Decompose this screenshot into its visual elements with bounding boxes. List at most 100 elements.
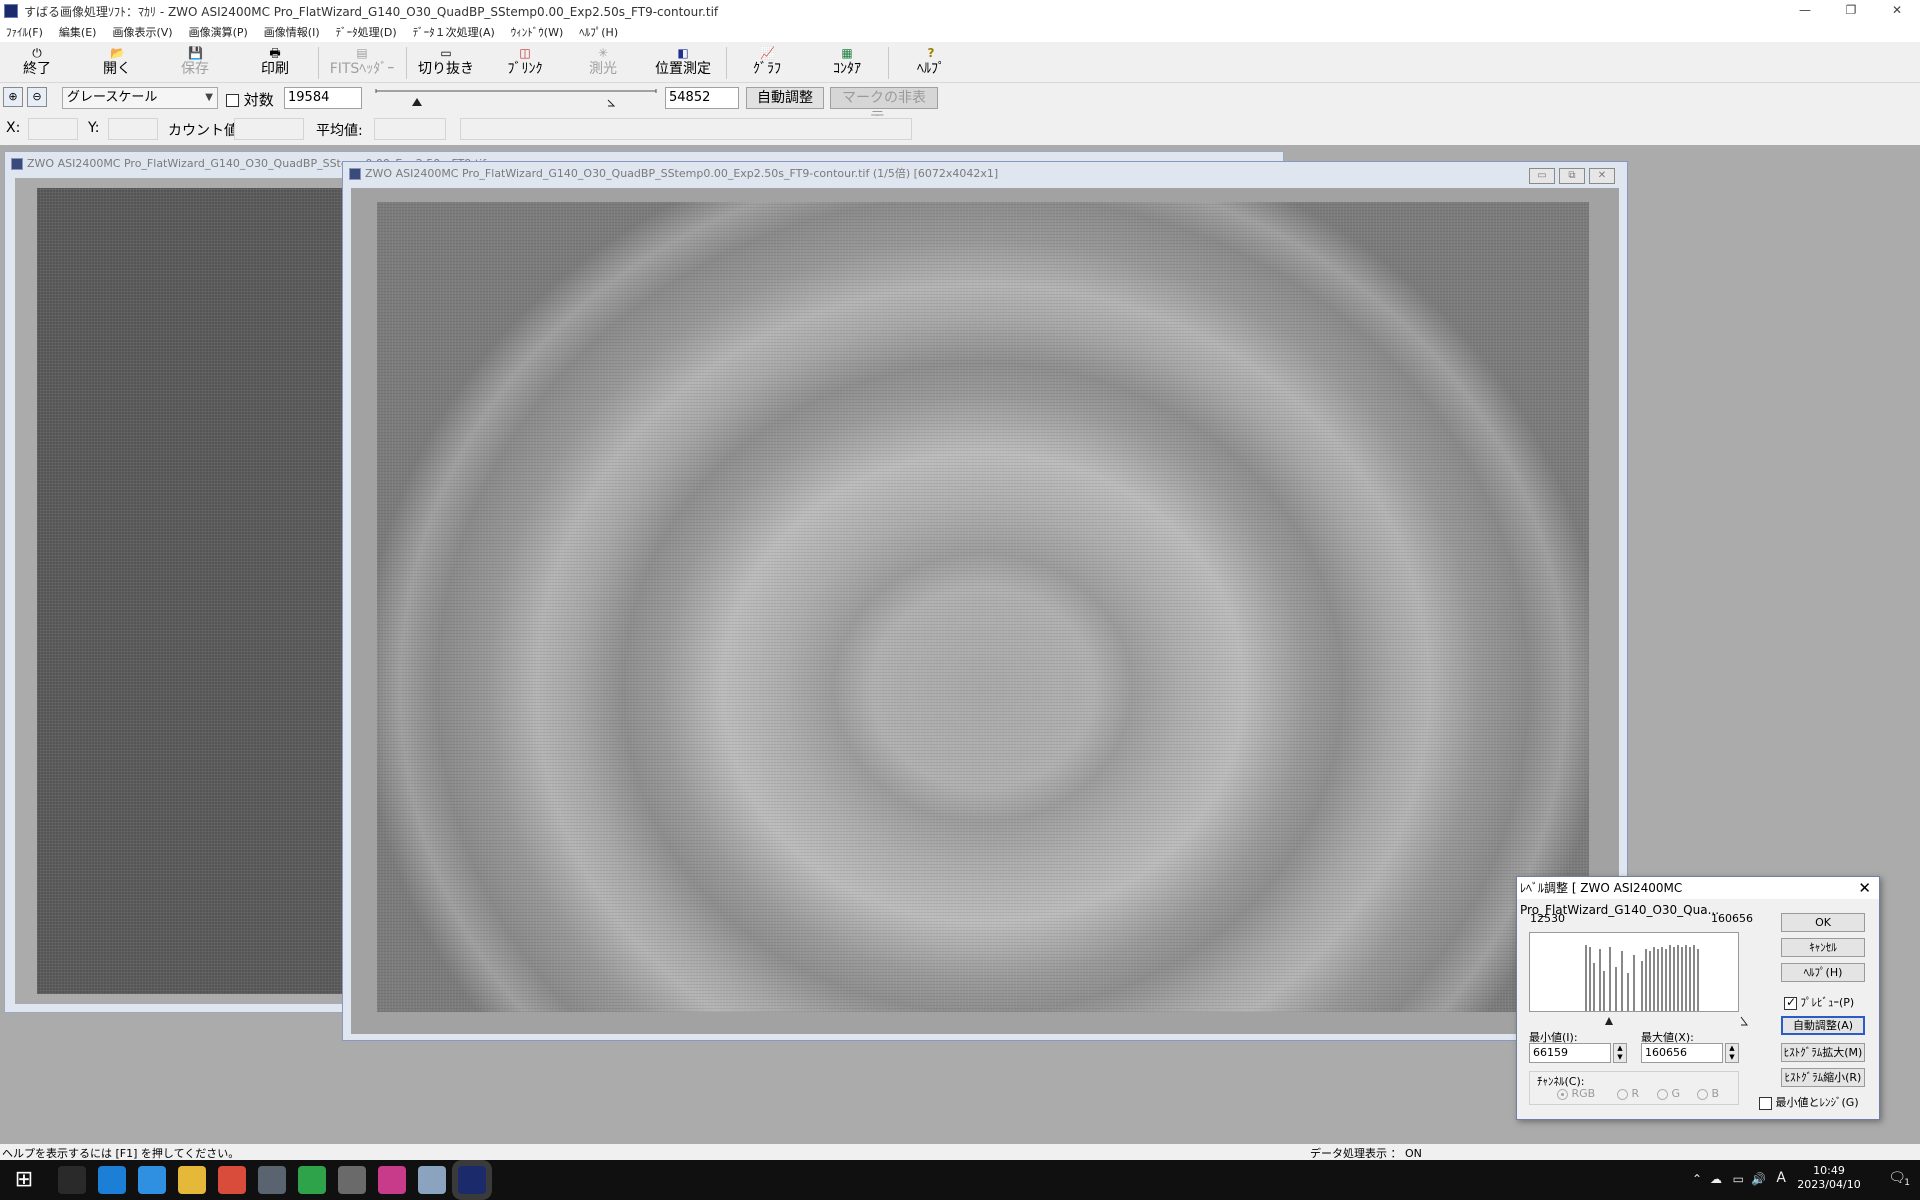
status-help-text: ヘルプを表示するには [F1] を押してください。 xyxy=(2,1147,240,1160)
count-label: カウント値: xyxy=(168,123,243,139)
min-value-stepper[interactable]: ▲ ▼ xyxy=(1613,1043,1627,1063)
app-notes-icon[interactable] xyxy=(378,1166,406,1194)
mdi-minimize-button[interactable]: ▭ xyxy=(1529,168,1555,184)
channel-b[interactable]: B xyxy=(1697,1087,1719,1100)
level-adjust-dialog[interactable]: ﾚﾍﾞﾙ調整 [ ZWO ASI2400MC Pro_FlatWizard_G1… xyxy=(1516,876,1880,1120)
menu-image-info[interactable]: 画像情報(I) xyxy=(264,24,320,40)
mdi-close-button[interactable]: ✕ xyxy=(1589,168,1615,184)
histogram-range-max: 160656 xyxy=(1711,912,1753,925)
image-window-icon xyxy=(349,168,361,180)
image-window-titlebar[interactable]: ZWO ASI2400MC Pro_FlatWizard_G140_O30_Qu… xyxy=(343,162,1627,186)
menu-edit[interactable]: 編集(E) xyxy=(59,24,97,40)
slider-max-handle[interactable] xyxy=(607,99,616,107)
menu-bar: ﾌｧｲﾙ(F) 編集(E) 画像表示(V) 画像演算(P) 画像情報(I) ﾃﾞ… xyxy=(0,22,1920,42)
menu-help[interactable]: ﾍﾙﾌﾟ(H) xyxy=(579,24,618,40)
preview-checkbox[interactable] xyxy=(1784,995,1797,1010)
dialog-close-icon[interactable]: ✕ xyxy=(1858,877,1871,899)
histogram-shrink-button[interactable]: ﾋｽﾄｸﾞﾗﾑ縮小(R) xyxy=(1781,1068,1865,1087)
chevron-up-icon[interactable]: ⌃ xyxy=(1692,1172,1702,1186)
blink-button[interactable]: ◫ ﾌﾞﾘﾝｸ xyxy=(490,45,560,81)
histogram-min-handle[interactable] xyxy=(1605,1017,1613,1025)
exit-button[interactable]: ⏻ 終了 xyxy=(2,45,72,81)
menu-view[interactable]: 画像表示(V) xyxy=(112,24,172,40)
pixel-info-bar: X: Y: カウント値: 平均値: xyxy=(0,116,1920,142)
auto-adjust-button[interactable]: 自動調整 xyxy=(746,87,824,109)
slider-min-handle[interactable] xyxy=(412,98,422,106)
explorer-icon[interactable] xyxy=(178,1166,206,1194)
clock[interactable]: 10:49 2023/04/10 xyxy=(1794,1164,1864,1192)
app-draw-icon[interactable] xyxy=(338,1166,366,1194)
display-min-input[interactable]: 19584 xyxy=(284,87,362,109)
hide-marks-button[interactable]: マークの非表示... xyxy=(830,87,938,126)
zoom-in-icon[interactable]: ⊕ xyxy=(3,87,23,107)
help-button[interactable]: ? ﾍﾙﾌﾟ xyxy=(896,45,966,81)
open-button[interactable]: 📂 開く xyxy=(82,45,152,81)
max-value-input[interactable]: 160656 xyxy=(1641,1043,1723,1063)
mean-label: 平均値: xyxy=(316,123,363,139)
search-task-view-icon[interactable] xyxy=(58,1166,86,1194)
channel-r[interactable]: R xyxy=(1617,1087,1639,1100)
cloud-icon[interactable]: ☁ xyxy=(1710,1172,1722,1186)
edge-icon[interactable] xyxy=(98,1166,126,1194)
calculator-icon[interactable] xyxy=(258,1166,286,1194)
fits-header-button[interactable]: ▤ FITSﾍｯﾀﾞｰ xyxy=(320,45,404,81)
astrometry-button[interactable]: ◧ 位置測定 xyxy=(644,45,722,81)
restore-button[interactable]: ❐ xyxy=(1828,0,1874,22)
contour-button[interactable]: ▦ ｺﾝﾀｱ xyxy=(812,45,882,81)
mdi-maximize-button[interactable]: ⧉ xyxy=(1559,168,1585,184)
photometry-button[interactable]: ✳ 測光 xyxy=(568,45,638,81)
toolbar-separator xyxy=(406,47,407,79)
windows-start-icon[interactable]: ⊞ xyxy=(12,1168,36,1192)
level-slider[interactable] xyxy=(372,86,662,110)
contour-image[interactable] xyxy=(377,202,1589,1012)
graph-button[interactable]: 📈 ｸﾞﾗﾌ xyxy=(732,45,802,81)
status-data-display: データ処理表示 ： ON xyxy=(1310,1147,1422,1160)
min-range-toggle[interactable]: 最小値とﾚﾝｼﾞ(G) xyxy=(1759,1094,1859,1110)
histogram[interactable] xyxy=(1529,932,1739,1012)
dialog-auto-adjust-button[interactable]: 自動調整(A) xyxy=(1781,1016,1865,1035)
menu-data-processing[interactable]: ﾃﾞｰﾀ処理(D) xyxy=(336,24,397,40)
display-max-input[interactable]: 54852 xyxy=(665,87,739,109)
cancel-button[interactable]: ｷｬﾝｾﾙ xyxy=(1781,938,1865,957)
status-bar: ヘルプを表示するには [F1] を押してください。 データ処理表示 ： ON xyxy=(0,1144,1920,1160)
star-icon: ✳ xyxy=(597,46,609,60)
print-button[interactable]: 🖶 印刷 xyxy=(240,45,310,81)
zoom-out-icon[interactable]: ⊖ xyxy=(27,87,47,107)
max-value-stepper[interactable]: ▲ ▼ xyxy=(1725,1043,1739,1063)
histogram-expand-button[interactable]: ﾋｽﾄｸﾞﾗﾑ拡大(M) xyxy=(1781,1043,1865,1062)
dialog-titlebar[interactable]: ﾚﾍﾞﾙ調整 [ ZWO ASI2400MC Pro_FlatWizard_G1… xyxy=(1517,877,1879,917)
ok-button[interactable]: OK xyxy=(1781,913,1865,932)
app-paint-icon[interactable] xyxy=(418,1166,446,1194)
save-button[interactable]: 💾 保存 xyxy=(160,45,230,81)
network-icon[interactable]: ▭ xyxy=(1733,1172,1744,1186)
flat-image[interactable] xyxy=(37,188,357,994)
histogram-slider[interactable] xyxy=(1529,1013,1751,1027)
volume-icon[interactable]: 🔊 xyxy=(1751,1172,1766,1186)
radio-icon xyxy=(1657,1088,1668,1100)
app-green-icon[interactable] xyxy=(298,1166,326,1194)
channel-g[interactable]: G xyxy=(1657,1087,1680,1100)
dialog-help-button[interactable]: ﾍﾙﾌﾟ(H) xyxy=(1781,963,1865,982)
color-mode-select[interactable]: グレースケール ▼ xyxy=(62,87,218,109)
channel-rgb[interactable]: RGB xyxy=(1557,1087,1595,1100)
min-value-input[interactable]: 66159 xyxy=(1529,1043,1611,1063)
min-range-checkbox[interactable] xyxy=(1759,1096,1772,1110)
minimize-button[interactable]: — xyxy=(1782,0,1828,22)
menu-image-ops[interactable]: 画像演算(P) xyxy=(189,24,248,40)
log-scale-toggle[interactable]: 対数 xyxy=(226,89,274,110)
menu-window[interactable]: ｳｨﾝﾄﾞｳ(W) xyxy=(511,24,563,40)
close-button[interactable]: ✕ xyxy=(1874,0,1920,22)
preview-toggle[interactable]: ﾌﾟﾚﾋﾞｭｰ(P) xyxy=(1784,994,1854,1010)
crop-button[interactable]: ▭ 切り抜き xyxy=(410,45,482,81)
histogram-max-handle[interactable] xyxy=(1740,1016,1748,1026)
makali-icon[interactable] xyxy=(458,1166,486,1194)
log-checkbox[interactable] xyxy=(226,94,239,107)
store-icon[interactable] xyxy=(138,1166,166,1194)
menu-file[interactable]: ﾌｧｲﾙ(F) xyxy=(6,24,43,40)
count-value xyxy=(234,118,304,140)
ime-indicator[interactable]: A xyxy=(1776,1170,1786,1186)
main-toolbar: ⏻ 終了 📂 開く 💾 保存 🖶 印刷 ▤ FITSﾍｯﾀﾞｰ ▭ 切り抜き ◫… xyxy=(0,43,1920,83)
menu-primary-processing[interactable]: ﾃﾞｰﾀ１次処理(A) xyxy=(413,24,495,40)
image-window-contour[interactable]: ZWO ASI2400MC Pro_FlatWizard_G140_O30_Qu… xyxy=(342,161,1628,1041)
chrome-icon[interactable] xyxy=(218,1166,246,1194)
